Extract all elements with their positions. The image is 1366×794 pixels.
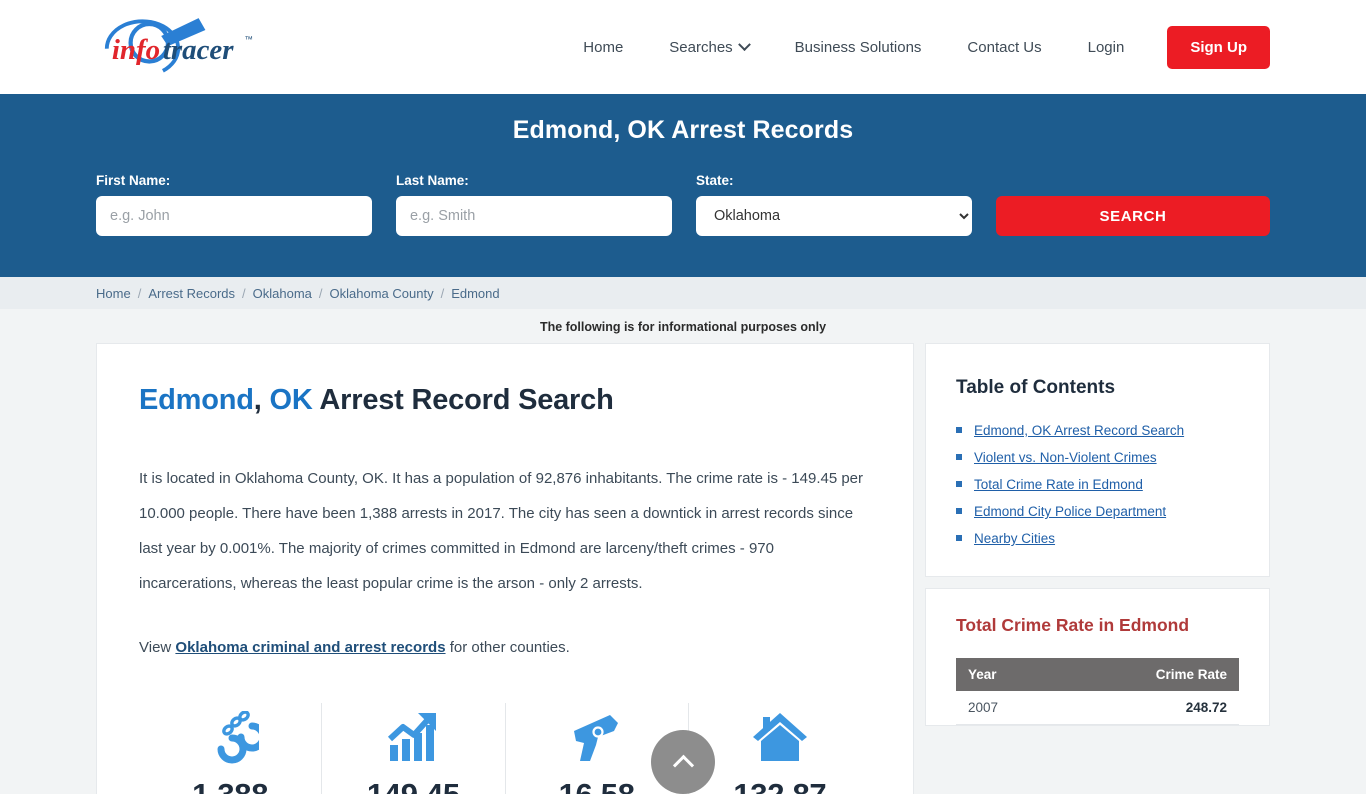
stat-property-crime: 132.87 [689, 703, 871, 794]
main-navigation: Home Searches Business Solutions Contact… [560, 25, 1270, 69]
breadcrumb-item-edmond[interactable]: Edmond [451, 286, 499, 301]
toc-item[interactable]: Nearby Cities [956, 531, 1239, 546]
table-header-row: Year Crime Rate [956, 658, 1239, 691]
breadcrumb-item-home[interactable]: Home [96, 286, 131, 301]
last-name-label: Last Name: [395, 173, 469, 188]
sidebar: Table of Contents Edmond, OK Arrest Reco… [925, 343, 1270, 726]
nav-label: Searches [669, 38, 733, 56]
first-name-label: First Name: [96, 173, 171, 188]
svg-text:tracer: tracer [163, 34, 234, 66]
scroll-to-top-button[interactable] [651, 730, 715, 794]
chevron-up-icon [672, 754, 694, 776]
nav-item-home[interactable]: Home [560, 29, 646, 66]
bullet-icon [956, 454, 962, 460]
search-banner: Edmond, OK Arrest Records First Name: La… [0, 94, 1366, 277]
total-crime-rate-card: Total Crime Rate in Edmond Year Crime Ra… [925, 588, 1270, 726]
column-header-year: Year [956, 658, 1059, 691]
oklahoma-records-link[interactable]: Oklahoma criminal and arrest records [175, 639, 445, 656]
page-title-rest: Arrest Record Search [319, 384, 614, 416]
arrest-search-form: First Name: Last Name: State: Oklahoma S… [96, 173, 1270, 236]
content-wrapper: Edmond, OK Arrest Record Search It is lo… [0, 343, 1366, 794]
stat-crime-rate: 149.45 [322, 703, 506, 794]
toc-item[interactable]: Edmond, OK Arrest Record Search [956, 423, 1239, 438]
toc-item[interactable]: Edmond City Police Department [956, 504, 1239, 519]
stat-arrests: 1,388 [139, 703, 323, 794]
toc-title: Table of Contents [956, 377, 1116, 398]
informational-notice: The following is for informational purpo… [539, 320, 827, 334]
breadcrumb: Home / Arrest Records / Oklahoma / Oklah… [0, 277, 1366, 309]
toc-link-nearby-cities[interactable]: Nearby Cities [974, 531, 1055, 546]
svg-text:™: ™ [244, 34, 253, 44]
sign-up-button[interactable]: Sign Up [1167, 25, 1270, 69]
nav-item-contact-us[interactable]: Contact Us [944, 29, 1064, 66]
breadcrumb-separator: / [440, 285, 445, 301]
growth-chart-icon [326, 709, 500, 767]
breadcrumb-item-arrest-records[interactable]: Arrest Records [148, 286, 235, 301]
house-icon [693, 709, 867, 767]
nav-item-searches[interactable]: Searches [646, 29, 771, 66]
view-records-line: View Oklahoma criminal and arrest record… [139, 630, 871, 665]
breadcrumb-separator: / [242, 285, 246, 301]
toc-link-police-department[interactable]: Edmond City Police Department [974, 504, 1166, 519]
site-header: info tracer ™ Home Searches Business Sol… [0, 0, 1366, 94]
toc-list: Edmond, OK Arrest Record Search Violent … [956, 423, 1239, 546]
banner-title: Edmond, OK Arrest Records [512, 116, 854, 144]
nav-item-business-solutions[interactable]: Business Solutions [772, 29, 945, 66]
toc-item[interactable]: Violent vs. Non-Violent Crimes [956, 450, 1239, 465]
page-title: Edmond, OK Arrest Record Search [139, 384, 871, 417]
search-button[interactable]: SEARCH [995, 196, 1270, 236]
breadcrumb-separator: / [318, 285, 323, 301]
bullet-icon [956, 481, 962, 487]
state-label: State: [695, 173, 734, 188]
stat-strip: 1,388 149.45 [139, 703, 871, 794]
breadcrumb-item-oklahoma[interactable]: Oklahoma [253, 286, 312, 301]
bullet-icon [956, 508, 962, 514]
last-name-input[interactable] [395, 196, 672, 236]
nav-label: Contact Us [967, 38, 1042, 56]
state-select[interactable]: Oklahoma [695, 196, 972, 236]
nav-label: Home [583, 38, 624, 56]
crime-rate-title: Total Crime Rate in Edmond [956, 615, 1190, 635]
page-title-comma: , [253, 384, 262, 416]
view-prefix: View [139, 639, 176, 656]
column-header-crime-rate: Crime Rate [1058, 658, 1239, 691]
stat-value: 132.87 [693, 777, 867, 794]
chevron-down-icon [737, 37, 751, 51]
breadcrumb-item-oklahoma-county[interactable]: Oklahoma County [330, 286, 434, 301]
nav-label: Business Solutions [794, 38, 922, 56]
toc-item[interactable]: Total Crime Rate in Edmond [956, 477, 1239, 492]
toc-link-arrest-record-search[interactable]: Edmond, OK Arrest Record Search [974, 423, 1184, 438]
state-field-group: State: Oklahoma [695, 173, 972, 236]
magnifier-logo-icon: info tracer ™ [104, 18, 253, 73]
stat-value: 149.45 [326, 777, 500, 794]
handcuffs-icon [143, 709, 317, 767]
cell-crime-rate: 248.72 [1058, 691, 1239, 725]
first-name-input[interactable] [96, 196, 372, 236]
page-title-state: OK [269, 384, 313, 416]
table-row: 2007 248.72 [956, 691, 1239, 725]
cell-year: 2007 [956, 691, 1059, 725]
first-name-field-group: First Name: [96, 173, 372, 236]
bullet-icon [956, 535, 962, 541]
nav-item-login[interactable]: Login [1065, 29, 1148, 66]
main-content-card: Edmond, OK Arrest Record Search It is lo… [96, 343, 914, 794]
nav-label: Login [1087, 38, 1125, 56]
infotracer-logo[interactable]: info tracer ™ [100, 16, 270, 78]
toc-link-violent-vs-nonviolent[interactable]: Violent vs. Non-Violent Crimes [974, 450, 1157, 465]
bullet-icon [956, 427, 962, 433]
toc-link-total-crime-rate[interactable]: Total Crime Rate in Edmond [974, 477, 1143, 492]
stat-value: 1,388 [143, 777, 317, 794]
table-of-contents-card: Table of Contents Edmond, OK Arrest Reco… [925, 343, 1270, 577]
city-description: It is located in Oklahoma County, OK. It… [139, 470, 864, 592]
page-title-city: Edmond [139, 384, 254, 416]
view-suffix: for other counties. [445, 639, 570, 656]
last-name-field-group: Last Name: [395, 173, 672, 236]
svg-text:info: info [112, 34, 160, 66]
breadcrumb-separator: / [137, 285, 142, 301]
crime-rate-table: Year Crime Rate 2007 248.72 [956, 658, 1239, 725]
